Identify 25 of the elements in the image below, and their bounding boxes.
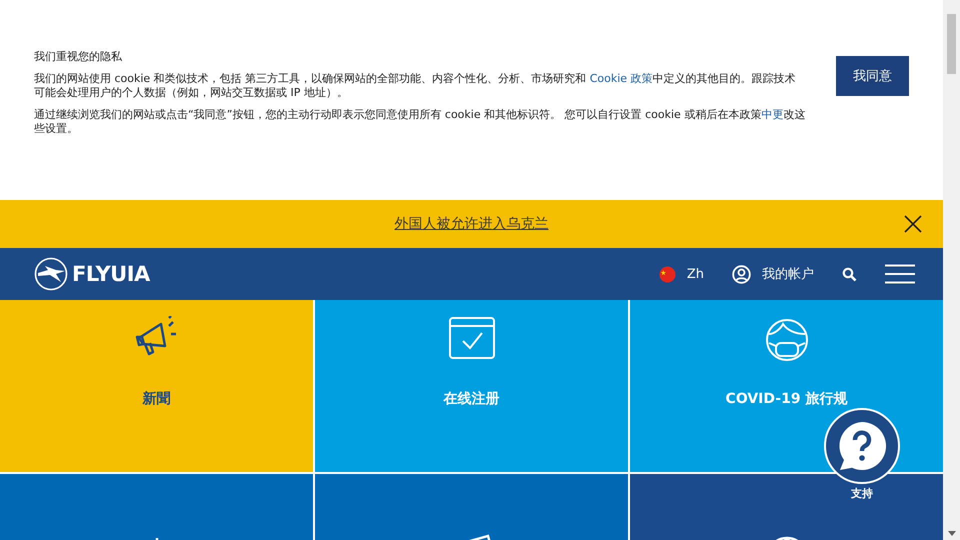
search-icon <box>842 266 857 282</box>
close-button[interactable] <box>903 214 923 234</box>
menu-icon <box>885 264 915 284</box>
notice-link[interactable]: 外国人被允许进入乌克兰 <box>394 215 548 233</box>
tile-label: 新聞 <box>142 390 170 408</box>
tile-label: 在线注册 <box>444 390 500 408</box>
logo-icon <box>34 257 68 291</box>
menu-button[interactable] <box>885 264 915 284</box>
search-button[interactable] <box>842 266 857 282</box>
cookie-paragraph: 我们的网站使用 cookie 和类似技术，包括 第三方工具，以确保网站的全部功能、内容个性化、分析、市场研究和 Cookie 政策中定义的其他目的。跟踪技术可能会处理用户的个人数据（例如，网站交互数据或 IP 地址）。 <box>34 72 797 100</box>
flag-icon <box>658 266 676 282</box>
tile-label: COVID-19 旅行规 <box>726 390 848 408</box>
tile[interactable]: 新聞 <box>0 300 313 472</box>
close-icon <box>903 214 923 234</box>
support-label: 支持 <box>851 486 873 501</box>
logo-text[interactable]: FLYUIA <box>72 262 150 286</box>
user-icon <box>732 264 751 284</box>
policy-link[interactable]: Cookie 政策 <box>590 72 653 85</box>
policy-link[interactable]: 中更 <box>761 108 784 121</box>
scrollbar[interactable] <box>943 0 960 540</box>
cookie-title: 我们重视您的隐私 <box>34 50 123 64</box>
language-selector[interactable]: Zh <box>658 266 704 282</box>
cookie-paragraph: 通过继续浏览我们的网站或点击“我同意”按钮，您的主动行动即表示您同意使用所有 cookie 和其他标识符。 您可以自行设置 cookie 或稍后在本政策中更改这些设置。 <box>34 108 806 136</box>
accept-button[interactable]: 我同意 <box>836 56 909 96</box>
account-button[interactable]: 我的帐户 <box>732 264 814 284</box>
